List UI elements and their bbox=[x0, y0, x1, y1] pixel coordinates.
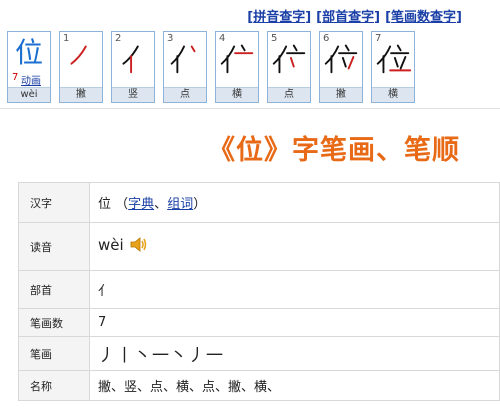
row-label: 笔画 bbox=[18, 336, 90, 371]
radical-lookup-link[interactable]: 部首查字 bbox=[322, 10, 374, 25]
character-info-table: 汉字 位 （字典、组词） 读音 wèi 部首 亻 笔画数 7 笔画 丿丨丶一丶丿… bbox=[18, 182, 500, 401]
divider bbox=[0, 108, 500, 109]
animation-link[interactable]: 动画 bbox=[21, 72, 41, 87]
dictionary-link[interactable]: 字典 bbox=[128, 197, 154, 212]
stroke-step-glyph bbox=[220, 44, 254, 74]
character-pinyin: wèi bbox=[8, 87, 50, 102]
stroke-step-name: 横 bbox=[372, 87, 414, 102]
stroke-step-name: 撇 bbox=[60, 87, 102, 102]
stroke-step-card: 2 竖 bbox=[111, 31, 155, 103]
character-card: 位 7 动画 wèi bbox=[7, 31, 51, 103]
stroke-step-card: 6 撇 bbox=[319, 31, 363, 103]
speaker-icon[interactable] bbox=[130, 236, 147, 257]
stroke-count-lookup-link[interactable]: 笔画数查字 bbox=[391, 10, 456, 25]
row-value: wèi bbox=[89, 222, 500, 271]
table-row: 汉字 位 （字典、组词） bbox=[18, 182, 500, 223]
stroke-step-name: 点 bbox=[164, 87, 206, 102]
row-value: 丿丨丶一丶丿一 bbox=[89, 336, 500, 371]
row-label: 名称 bbox=[18, 370, 90, 401]
top-nav: [拼音查字] [部首查字] [笔画数查字] bbox=[247, 10, 462, 25]
stroke-step-glyph bbox=[272, 44, 306, 74]
row-label: 部首 bbox=[18, 270, 90, 309]
stroke-step-name: 点 bbox=[268, 87, 310, 102]
stroke-step-card: 7 横 bbox=[371, 31, 415, 103]
table-row: 部首 亻 bbox=[18, 270, 500, 309]
table-row: 读音 wèi bbox=[18, 222, 500, 271]
character-text: 位 bbox=[98, 197, 112, 212]
stroke-step-card: 1 撇 bbox=[59, 31, 103, 103]
stroke-step-glyph bbox=[122, 45, 139, 74]
table-row: 笔画 丿丨丶一丶丿一 bbox=[18, 336, 500, 371]
stroke-step-name: 竖 bbox=[112, 87, 154, 102]
stroke-step-name: 撇 bbox=[320, 87, 362, 102]
row-label: 读音 bbox=[18, 222, 90, 271]
pinyin-text: wèi bbox=[98, 236, 124, 254]
row-label: 汉字 bbox=[18, 182, 90, 223]
row-label: 笔画数 bbox=[18, 308, 90, 337]
character-glyph: 位 bbox=[14, 36, 43, 69]
stroke-step-card: 4 横 bbox=[215, 31, 259, 103]
row-value: 7 bbox=[89, 308, 500, 337]
stroke-step-glyph bbox=[324, 44, 358, 74]
stroke-step-glyph bbox=[70, 45, 87, 65]
stroke-step-card: 5 点 bbox=[267, 31, 311, 103]
pinyin-lookup-link[interactable]: 拼音查字 bbox=[253, 10, 305, 25]
stroke-step-name: 横 bbox=[216, 87, 258, 102]
word-group-link[interactable]: 组词 bbox=[167, 197, 193, 212]
stroke-count-badge: 7 bbox=[12, 72, 19, 83]
page-title: 《位》字笔画、笔顺 bbox=[208, 135, 460, 166]
stroke-step-glyph bbox=[170, 45, 196, 74]
table-row: 笔画数 7 bbox=[18, 308, 500, 337]
stroke-step-glyph bbox=[376, 44, 412, 74]
stroke-step-card: 3 点 bbox=[163, 31, 207, 103]
row-value: 亻 bbox=[89, 270, 500, 309]
table-row: 名称 撇、竖、点、横、点、撇、横、 bbox=[18, 370, 500, 401]
row-value: 位 （字典、组词） bbox=[89, 182, 500, 223]
row-value: 撇、竖、点、横、点、撇、横、 bbox=[89, 370, 500, 401]
